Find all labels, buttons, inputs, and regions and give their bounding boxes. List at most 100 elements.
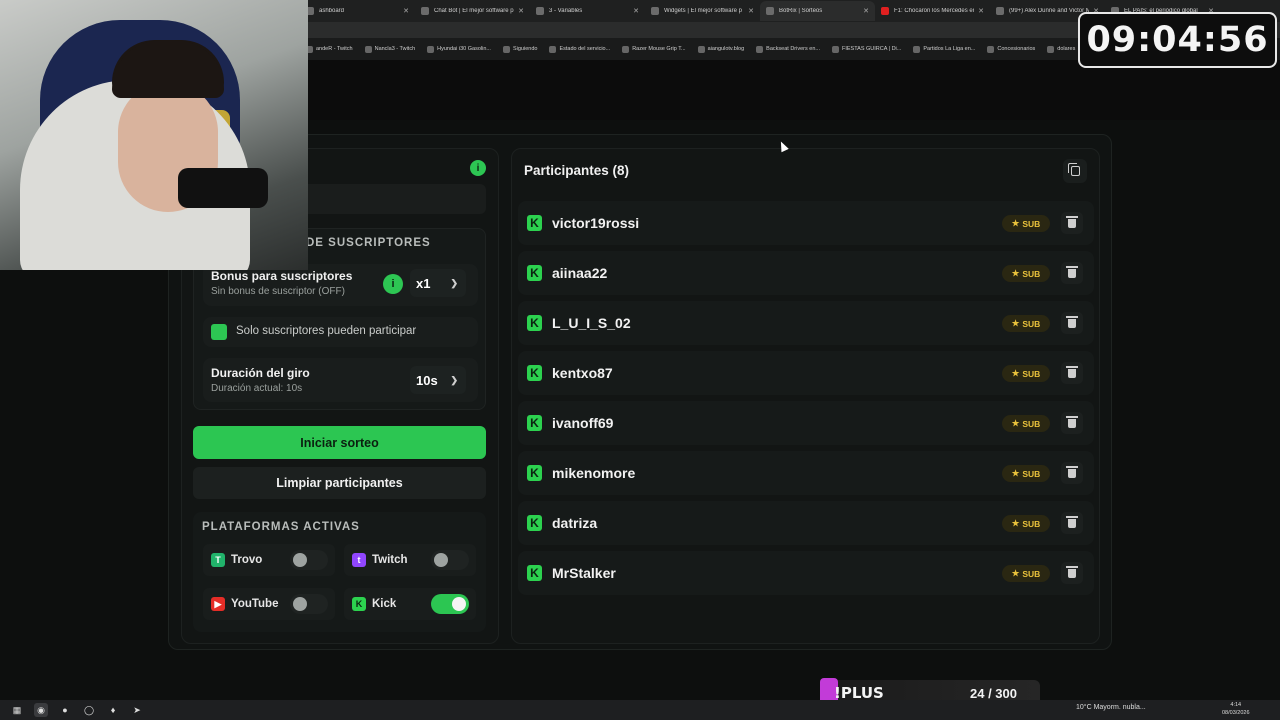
- game-icon[interactable]: ♦: [106, 703, 120, 717]
- clear-participants-button[interactable]: Limpiar participantes: [193, 467, 486, 499]
- bookmark-item[interactable]: Backseat Drivers en...: [756, 45, 820, 53]
- kick-toggle[interactable]: [431, 594, 469, 614]
- bookmark-item[interactable]: Razer Mouse Grip T...: [622, 45, 686, 53]
- info-icon[interactable]: i: [470, 160, 486, 176]
- active-platforms-heading: PLATAFORMAS ACTIVAS: [202, 521, 360, 533]
- browser-tab[interactable]: BotRix | Sorteos ✕: [760, 1, 875, 21]
- star-icon: ★: [1011, 218, 1020, 228]
- close-icon[interactable]: ✕: [633, 7, 639, 15]
- youtube-toggle[interactable]: [290, 594, 328, 614]
- sub-badge-label: SUB: [1022, 368, 1041, 379]
- participant-name: victor19rossi: [552, 215, 640, 231]
- bookmark-icon: [831, 45, 839, 53]
- obs-icon[interactable]: ◯: [82, 703, 96, 717]
- bookmark-item[interactable]: FIESTAS GUIRCA | Di...: [831, 45, 901, 53]
- close-icon[interactable]: ✕: [403, 7, 409, 15]
- tab-label: Chat Bot | El mejor software p: [434, 8, 514, 14]
- bookmark-item[interactable]: Hyundai i30 Gasolin...: [427, 45, 491, 53]
- participant-name: kentxo87: [552, 365, 613, 381]
- bookmark-item[interactable]: Siguiendo: [502, 45, 538, 53]
- subscribers-only-checkbox[interactable]: [211, 324, 227, 340]
- star-icon: ★: [1011, 518, 1020, 528]
- close-icon[interactable]: ✕: [978, 7, 984, 15]
- browser-tab[interactable]: ashboard ✕: [300, 1, 415, 21]
- platform-label: Twitch: [372, 554, 408, 566]
- twitch-toggle[interactable]: [431, 550, 469, 570]
- sub-badge: ★ SUB: [1002, 315, 1050, 332]
- bookmark-label: Backseat Drivers en...: [766, 46, 820, 52]
- sub-badge: ★ SUB: [1002, 215, 1050, 232]
- bookmark-label: aiangulotv.blog: [707, 46, 745, 52]
- bonus-info-icon[interactable]: i: [383, 274, 403, 294]
- browser-tab[interactable]: F1: Chocaron los Mercedes en ✕: [875, 1, 990, 21]
- windows-start-icon[interactable]: ▦: [10, 703, 24, 717]
- chrome-icon[interactable]: ◉: [34, 703, 48, 717]
- participant-name: aiinaa22: [552, 265, 608, 281]
- remove-participant-button[interactable]: [1061, 312, 1083, 334]
- spin-duration-select[interactable]: 10s ❯: [410, 366, 466, 394]
- tab-label: (99+) Alex Dunne and Victor M: [1009, 8, 1089, 14]
- taskbar-clock: 4:14 08/03/2026: [1222, 701, 1250, 717]
- remove-participant-button[interactable]: [1061, 412, 1083, 434]
- bookmark-icon: [697, 45, 705, 53]
- remove-participant-button[interactable]: [1061, 262, 1083, 284]
- tab-favicon-icon: [881, 7, 889, 15]
- remove-participant-button[interactable]: [1061, 462, 1083, 484]
- participant-name: ivanoff69: [552, 415, 614, 431]
- sub-badge: ★ SUB: [1002, 465, 1050, 482]
- remove-participant-button[interactable]: [1061, 212, 1083, 234]
- bookmark-item[interactable]: Partidos La Liga en...: [913, 45, 975, 53]
- participant-name: mikenomore: [552, 465, 636, 481]
- bookmark-item[interactable]: dolares: [1047, 45, 1075, 53]
- webcam-overlay: [0, 0, 308, 270]
- participant-row: K L_U_I_S_02 ★ SUB: [518, 301, 1094, 345]
- taskbar-weather: 10°C Mayorm. nubla...: [1076, 704, 1146, 711]
- raffle-name-input[interactable]: [300, 184, 486, 214]
- tab-favicon-icon: [536, 7, 544, 15]
- close-icon[interactable]: ✕: [748, 7, 754, 15]
- close-icon[interactable]: ✕: [863, 7, 869, 15]
- subscriber-settings-heading: DE SUSCRIPTORES: [306, 237, 431, 249]
- bookmark-item[interactable]: Nancla3 - Twitch: [364, 45, 416, 53]
- close-icon[interactable]: ✕: [518, 7, 524, 15]
- bookmark-item[interactable]: Estado del servicio...: [549, 45, 610, 53]
- browser-tab[interactable]: Widgets | El mejor software p ✕: [645, 1, 760, 21]
- subscriber-bonus-subtitle: Sin bonus de suscriptor (OFF): [211, 286, 345, 297]
- browser-tab[interactable]: 3 - Variables ✕: [530, 1, 645, 21]
- participant-name: MrStalker: [552, 565, 616, 581]
- bookmark-label: Nancla3 - Twitch: [374, 46, 416, 52]
- participant-row: Kivanoff69 ★ SUB: [518, 401, 1094, 445]
- participant-name: datriza: [552, 515, 598, 531]
- bookmark-item[interactable]: aiangulotv.blog: [697, 45, 745, 53]
- trash-icon: [1066, 415, 1078, 428]
- remove-participant-button[interactable]: [1061, 512, 1083, 534]
- trash-icon: [1066, 365, 1078, 378]
- trovo-toggle[interactable]: [290, 550, 328, 570]
- bookmark-label: Siguiendo: [512, 46, 538, 52]
- remove-participant-button[interactable]: [1061, 562, 1083, 584]
- sub-badge: ★ SUB: [1002, 515, 1050, 532]
- sub-badge-label: SUB: [1022, 468, 1041, 479]
- stream-clock: 09:04:56: [1078, 12, 1277, 68]
- platform-label: YouTube: [231, 598, 279, 610]
- trash-icon: [1066, 465, 1078, 478]
- bookmark-icon: [364, 45, 372, 53]
- bookmark-icon: [502, 45, 510, 53]
- bookmark-icon: [622, 45, 630, 53]
- sub-badge-label: SUB: [1022, 568, 1041, 579]
- kick-icon: K: [527, 415, 542, 431]
- bookmark-item[interactable]: Concesionarios: [987, 45, 1035, 53]
- browser-tab[interactable]: Chat Bot | El mejor software p ✕: [415, 1, 530, 21]
- steam-icon[interactable]: ➤: [130, 703, 144, 717]
- start-raffle-button[interactable]: Iniciar sorteo: [193, 426, 486, 459]
- tab-label: 3 - Variables: [549, 8, 583, 14]
- copy-participants-button[interactable]: [1063, 159, 1087, 183]
- bookmark-item[interactable]: andeR - Twitch: [306, 45, 353, 53]
- tab-favicon-icon: [651, 7, 659, 15]
- chrome-profile-icon[interactable]: ●: [58, 703, 72, 717]
- spin-duration-value: 10s: [416, 372, 438, 388]
- remove-participant-button[interactable]: [1061, 362, 1083, 384]
- participant-row: Kmikenomore ★ SUB: [518, 451, 1094, 495]
- tab-label: BotRix | Sorteos: [779, 8, 823, 14]
- bonus-multiplier-select[interactable]: x1 ❯: [410, 269, 466, 297]
